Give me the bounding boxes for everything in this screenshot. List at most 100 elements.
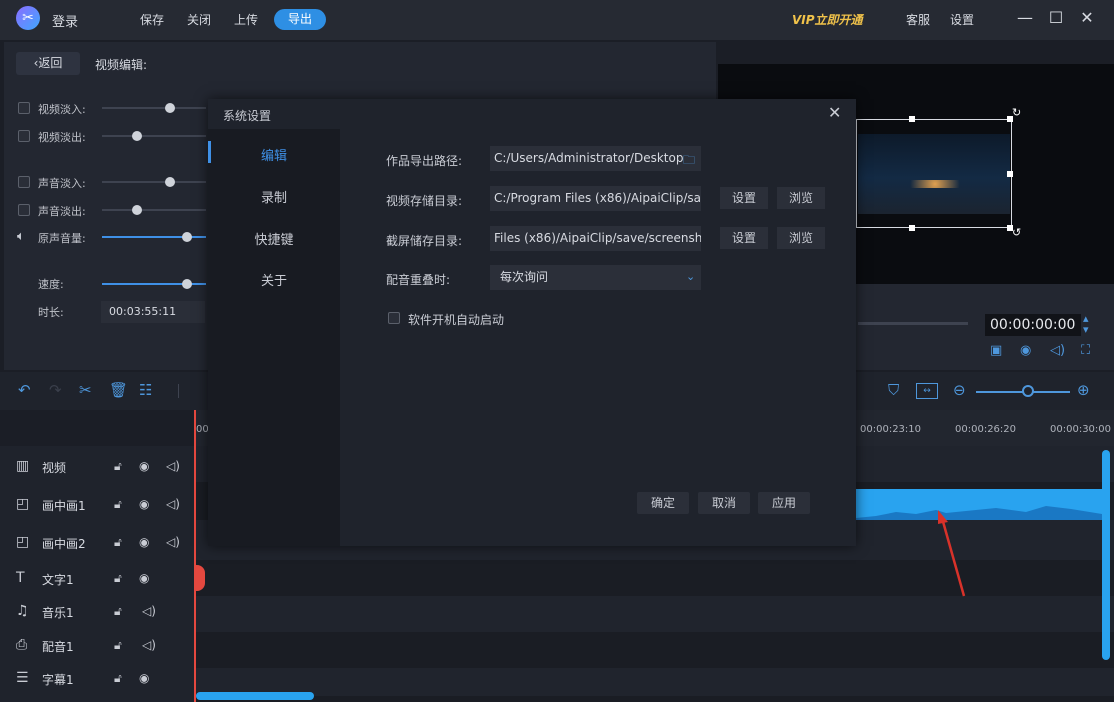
video-dir-set-button[interactable]: 设置 <box>720 187 768 209</box>
resize-handle[interactable] <box>1007 171 1013 177</box>
selection-box[interactable] <box>856 119 1012 228</box>
horizontal-scrollbar[interactable] <box>196 692 314 700</box>
volume-icon[interactable]: ◁) <box>142 638 156 652</box>
pip-icon[interactable]: ▣ <box>990 343 1002 358</box>
volume-icon[interactable]: ◁) <box>166 459 180 473</box>
fade-in-checkbox[interactable] <box>18 102 30 114</box>
resize-handle[interactable] <box>909 116 915 122</box>
fade-in-knob[interactable] <box>165 103 175 113</box>
eye-icon[interactable]: ◉ <box>139 671 149 685</box>
camera-icon[interactable]: ◉ <box>1020 343 1031 358</box>
ok-button[interactable]: 确定 <box>637 492 689 514</box>
audio-out-knob[interactable] <box>132 205 142 215</box>
maximize-icon[interactable]: ☐ <box>1046 8 1066 28</box>
zoom-in-icon[interactable]: ⊕ <box>1077 381 1090 399</box>
delete-icon[interactable]: 🗑︎ <box>109 381 128 399</box>
time-display[interactable]: 00:00:00:00 <box>985 314 1081 336</box>
progress-bar[interactable] <box>858 322 968 325</box>
screenshot-dir-browse-button[interactable]: 浏览 <box>777 227 825 249</box>
marker-icon[interactable]: ⛉ <box>888 381 899 399</box>
screenshot-dir-set-button[interactable]: 设置 <box>720 227 768 249</box>
audio-in-checkbox[interactable] <box>18 176 30 188</box>
speed-label: 速度: <box>38 278 64 291</box>
resize-handle[interactable] <box>909 225 915 231</box>
audio-in-slider[interactable] <box>102 181 206 183</box>
cancel-button[interactable]: 取消 <box>698 492 750 514</box>
volume-icon[interactable]: ◁) <box>142 604 156 618</box>
adjust-icon[interactable]: ☷ <box>139 381 152 399</box>
playhead[interactable] <box>194 410 196 702</box>
track-text1[interactable]: T 文字1 🔓︎ ◉ <box>0 561 194 597</box>
service-link[interactable]: 客服 <box>906 11 930 28</box>
lock-icon[interactable]: 🔓︎ <box>114 638 122 653</box>
tab-edit[interactable]: 编辑 <box>208 145 340 164</box>
ruler-label: 00:00:23:10 <box>860 424 922 435</box>
fit-icon[interactable]: ↔ <box>916 383 938 399</box>
fade-out-checkbox[interactable] <box>18 130 30 142</box>
vertical-scrollbar[interactable] <box>1102 450 1110 660</box>
minimize-icon[interactable]: — <box>1015 8 1035 28</box>
volume-icon[interactable]: ◁) <box>166 497 180 511</box>
track-subtitle1[interactable]: ☰ 字幕1 🔓︎ ◉ <box>0 661 194 697</box>
audio-out-checkbox[interactable] <box>18 204 30 216</box>
export-button[interactable]: 导出 <box>274 9 326 30</box>
close-window-icon[interactable]: ✕ <box>1077 8 1097 28</box>
folder-icon[interactable]: 🗀︎ <box>683 151 695 172</box>
track-voice1[interactable]: ⎙ 配音1 🔓︎ ◁) <box>0 628 194 664</box>
lock-icon[interactable]: 🔓︎ <box>114 535 122 550</box>
orig-volume-knob[interactable] <box>182 232 192 242</box>
screenshot-dir-field[interactable]: Files (x86)/AipaiClip/save/screenshot <box>490 226 701 251</box>
save-menu[interactable]: 保存 <box>140 11 164 28</box>
rotate-icon[interactable]: ↺ <box>1012 226 1021 239</box>
autostart-checkbox[interactable] <box>388 312 400 324</box>
track-pip1[interactable]: ◰ 画中画1 🔓︎ ◉ ◁) <box>0 487 194 523</box>
chevron-down-icon[interactable]: ⌄ <box>686 270 695 283</box>
duration-input[interactable]: 00:03:55:11 <box>101 301 205 323</box>
zoom-knob[interactable] <box>1022 385 1034 397</box>
time-stepper-icon[interactable]: ▴ ▾ <box>1083 313 1089 335</box>
undo-icon[interactable]: ↶ <box>18 381 31 399</box>
eye-icon[interactable]: ◉ <box>139 571 149 585</box>
vip-link[interactable]: VIP立即开通 <box>792 11 863 28</box>
fade-out-slider[interactable] <box>102 135 206 137</box>
export-path-field[interactable]: C:/Users/Administrator/Desktop <box>490 146 701 171</box>
lock-icon[interactable]: 🔓︎ <box>114 459 122 474</box>
audio-in-knob[interactable] <box>165 177 175 187</box>
fullscreen-icon[interactable]: ⛶ <box>1081 343 1090 358</box>
volume-icon[interactable]: ◁) <box>166 535 180 549</box>
pip-icon: ◰ <box>16 534 30 550</box>
dialog-close-icon[interactable]: ✕ <box>828 103 841 122</box>
eye-icon[interactable]: ◉ <box>139 497 149 511</box>
zoom-out-icon[interactable]: ⊖ <box>953 381 966 399</box>
close-menu[interactable]: 关闭 <box>187 11 211 28</box>
tab-about[interactable]: 关于 <box>208 270 340 289</box>
track-music1[interactable]: ♫ 音乐1 🔓︎ ◁) <box>0 594 194 630</box>
track-video[interactable]: ▥ 视频 🔓︎ ◉ ◁) <box>0 449 194 485</box>
redo-icon[interactable]: ↷ <box>49 381 62 399</box>
video-dir-browse-button[interactable]: 浏览 <box>777 187 825 209</box>
cut-icon[interactable]: ✂ <box>79 381 92 399</box>
lock-icon[interactable]: 🔓︎ <box>114 604 122 619</box>
back-button[interactable]: ‹返回 <box>16 52 80 75</box>
tab-record[interactable]: 录制 <box>208 187 340 206</box>
volume-icon[interactable]: ◁) <box>1050 343 1065 358</box>
eye-icon[interactable]: ◉ <box>139 535 149 549</box>
fade-in-slider[interactable] <box>102 107 206 109</box>
apply-button[interactable]: 应用 <box>758 492 810 514</box>
upload-menu[interactable]: 上传 <box>234 11 258 28</box>
eye-icon[interactable]: ◉ <box>139 459 149 473</box>
lock-icon[interactable]: 🔓︎ <box>114 497 122 512</box>
overlap-select[interactable]: 每次询问 <box>490 265 701 290</box>
lock-icon[interactable]: 🔓︎ <box>114 571 122 586</box>
lock-icon[interactable]: 🔓︎ <box>114 671 122 686</box>
video-dir-field[interactable]: C:/Program Files (x86)/AipaiClip/save <box>490 186 701 211</box>
audio-out-slider[interactable] <box>102 209 206 211</box>
track-pip2[interactable]: ◰ 画中画2 🔓︎ ◉ ◁) <box>0 525 194 561</box>
ruler-label: 00:00:26:20 <box>955 424 1017 435</box>
tab-shortcuts[interactable]: 快捷键 <box>208 229 340 248</box>
speed-knob[interactable] <box>182 279 192 289</box>
settings-link[interactable]: 设置 <box>950 11 974 28</box>
fade-out-knob[interactable] <box>132 131 142 141</box>
login-link[interactable]: 登录 <box>52 11 78 30</box>
rotate-icon[interactable]: ↻ <box>1012 106 1021 119</box>
